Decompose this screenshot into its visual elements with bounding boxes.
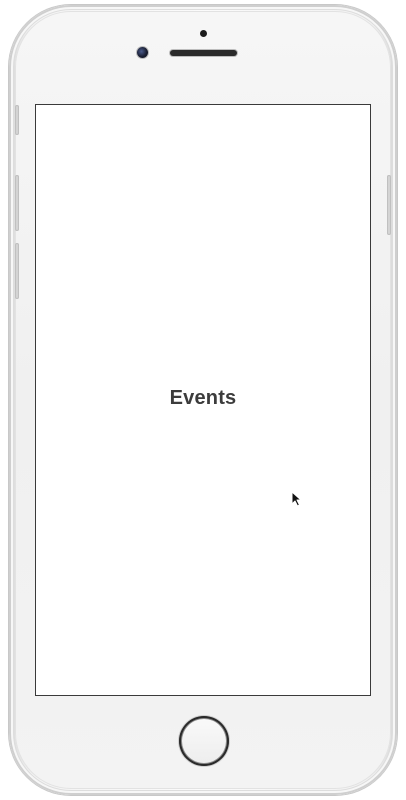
screen-title: Events — [169, 386, 237, 409]
earpiece-speaker — [170, 50, 237, 56]
proximity-sensor — [200, 30, 207, 37]
volume-down-button — [15, 243, 19, 299]
power-button — [387, 175, 391, 235]
phone-screen: Events — [35, 104, 371, 696]
home-button[interactable] — [179, 716, 229, 766]
camera-icon — [137, 47, 148, 58]
stage: Events — [0, 0, 406, 800]
mute-switch — [15, 105, 19, 135]
mouse-pointer-icon — [291, 491, 302, 507]
volume-up-button — [15, 175, 19, 231]
